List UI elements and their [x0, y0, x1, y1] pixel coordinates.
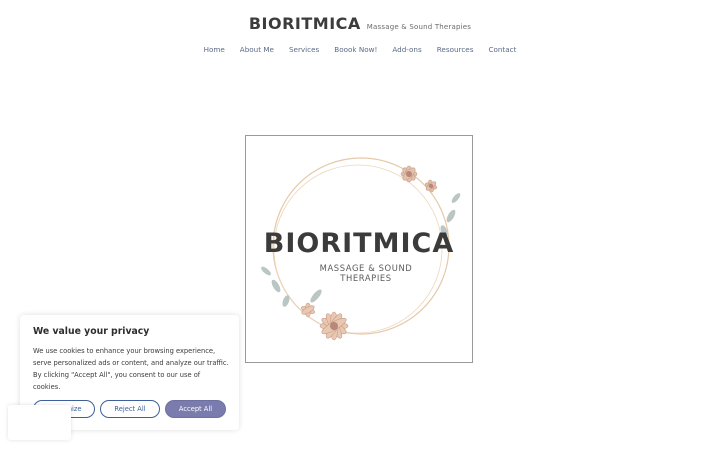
nav-resources[interactable]: Resources — [437, 45, 474, 54]
nav-home[interactable]: Home — [204, 45, 225, 54]
floating-widget[interactable] — [8, 405, 71, 440]
cookie-banner-title: We value your privacy — [33, 326, 150, 337]
reject-all-button[interactable]: Reject All — [100, 400, 160, 418]
main-nav: Home About Me Services Boook Now! Add-on… — [0, 45, 720, 54]
brand-title[interactable]: BIORITMICA — [249, 14, 361, 33]
logo-subtitle: MASSAGE & SOUND THERAPIES — [319, 263, 413, 283]
nav-book-now[interactable]: Boook Now! — [334, 45, 377, 54]
cookie-banner-text: We use cookies to enhance your browsing … — [33, 347, 229, 391]
logo-image: BIORITMICA MASSAGE & SOUND THERAPIES — [245, 135, 473, 363]
nav-add-ons[interactable]: Add-ons — [392, 45, 421, 54]
nav-contact[interactable]: Contact — [488, 45, 516, 54]
accept-all-button[interactable]: Accept All — [165, 400, 226, 418]
nav-services[interactable]: Services — [289, 45, 319, 54]
nav-about-me[interactable]: About Me — [240, 45, 274, 54]
brand-subtitle: Massage & Sound Therapies — [366, 23, 472, 31]
logo-title: BIORITMICA — [263, 228, 455, 259]
site-header: BIORITMICA Massage & Sound Therapies — [0, 14, 720, 36]
